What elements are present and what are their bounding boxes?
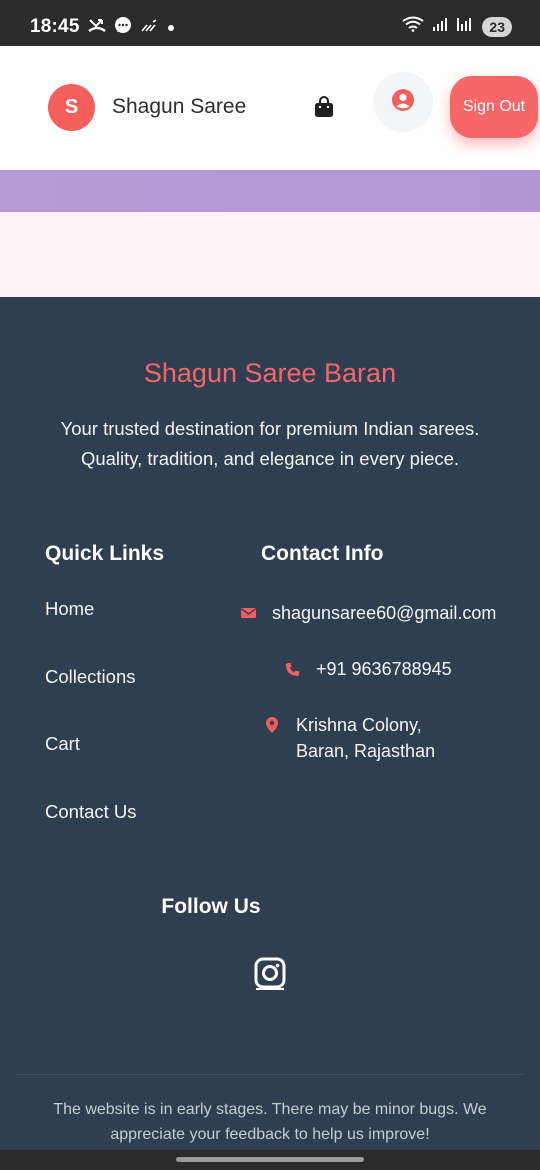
logo[interactable]: S <box>48 84 95 131</box>
contact-email[interactable]: shagunsaree60@gmail.com <box>240 600 496 626</box>
signal-r-icon <box>456 16 474 37</box>
status-indicators: 23 <box>402 16 512 37</box>
missed-call-icon <box>88 18 106 40</box>
status-time: 18:45 <box>30 16 80 37</box>
signal-icon <box>432 16 448 37</box>
quick-link-home[interactable]: Home <box>45 598 94 620</box>
follow-us-heading: Follow Us <box>161 895 261 918</box>
battery-indicator: 23 <box>482 16 512 37</box>
content-area <box>0 212 540 297</box>
location-pin-icon <box>264 715 280 735</box>
instagram-icon[interactable] <box>254 957 286 991</box>
contact-address-text: Krishna Colony, Baran, Rajasthan <box>296 712 435 764</box>
quick-links-heading: Quick Links <box>45 542 165 565</box>
contact-address: Krishna Colony, Baran, Rajasthan <box>264 712 435 764</box>
contact-phone-text: +91 9636788945 <box>316 659 452 679</box>
wifi-icon <box>402 16 424 37</box>
sign-out-button[interactable]: Sign Out <box>450 76 538 138</box>
site-header: S Shagun Saree Sign Out <box>0 46 540 170</box>
quick-link-cart[interactable]: Cart <box>45 733 80 755</box>
quick-link-contact-us[interactable]: Contact Us <box>45 801 137 823</box>
phone-icon <box>284 659 300 679</box>
footer-divider <box>16 1074 524 1075</box>
footer-beta-note: The website is in early stages. There ma… <box>53 1101 487 1143</box>
footer-title: Shagun Saree Baran <box>143 358 397 388</box>
address-line-2: Baran, Rajasthan <box>296 741 436 761</box>
user-circle-icon <box>392 88 414 116</box>
profile-button[interactable] <box>373 72 433 132</box>
contact-email-text: shagunsaree60@gmail.com <box>272 603 497 623</box>
chat-icon <box>114 17 132 41</box>
address-line-1: Krishna Colony, <box>296 715 422 735</box>
contact-phone[interactable]: +91 9636788945 <box>284 656 452 682</box>
site-footer: Shagun Saree Baran Your trusted destinat… <box>0 297 540 1147</box>
hero-band <box>0 170 540 212</box>
home-gesture-handle[interactable] <box>176 1157 364 1162</box>
quick-link-collections[interactable]: Collections <box>45 666 136 688</box>
brand-name[interactable]: Shagun Saree <box>112 95 246 119</box>
envelope-icon <box>240 603 256 623</box>
status-notifications <box>88 17 176 41</box>
system-nav-bar <box>0 1150 540 1170</box>
status-bar: 18:45 23 <box>0 0 540 46</box>
dot-icon <box>166 19 176 39</box>
signal-slash-icon <box>140 19 158 39</box>
shopping-bag-icon[interactable] <box>314 96 334 118</box>
contact-info-heading: Contact Info <box>261 542 384 565</box>
footer-description: Your trusted destination for premium Ind… <box>60 418 480 469</box>
